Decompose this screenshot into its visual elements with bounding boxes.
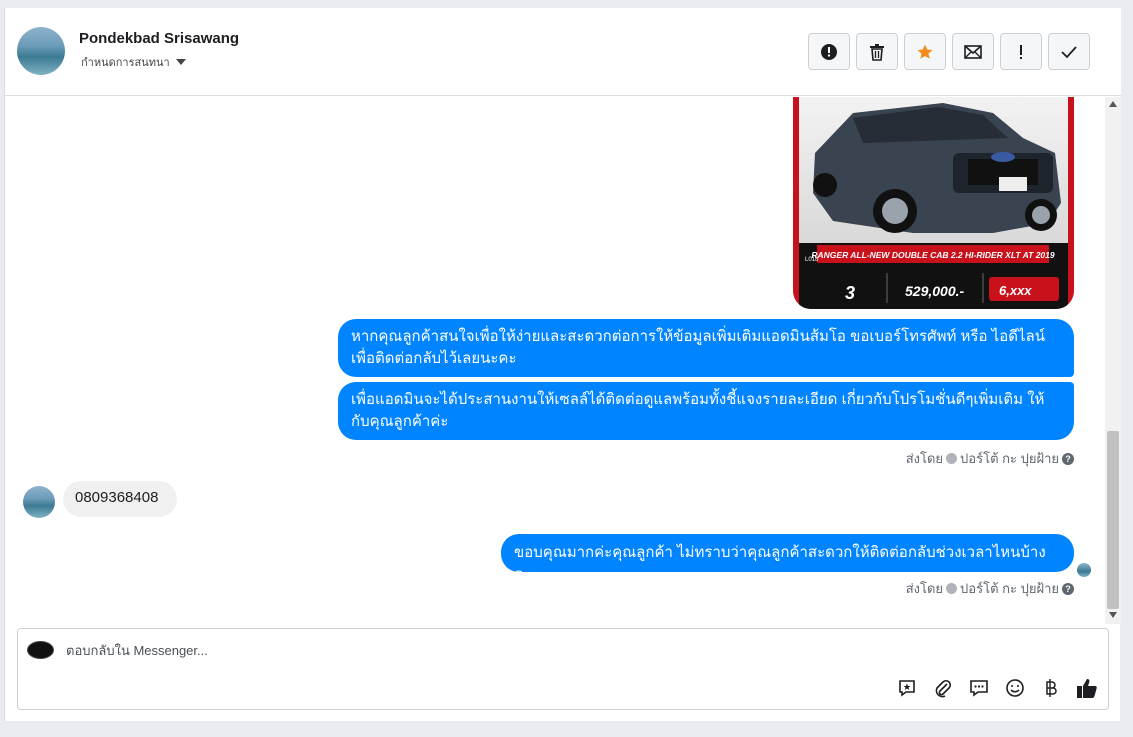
- sent-by-label: ส่งโดย: [905, 581, 944, 596]
- check-icon: [1061, 45, 1077, 58]
- help-icon[interactable]: ?: [1062, 582, 1074, 595]
- conversation-panel: Pondekbad Srisawang กำหนดการสนทนา RANGER…: [4, 8, 1121, 721]
- outgoing-message[interactable]: หากคุณลูกค้าสนใจเพื่อให้ง่ายและสะดวกต่อก…: [338, 319, 1074, 377]
- alert-circle-icon: [821, 43, 837, 60]
- envelope-icon: [964, 44, 982, 59]
- scroll-up-arrow-icon[interactable]: [1109, 101, 1117, 107]
- assign-conversation-dropdown[interactable]: กำหนดการสนทนา: [81, 53, 186, 71]
- caret-down-icon: [175, 59, 186, 65]
- outgoing-message[interactable]: เพื่อแอดมินจะได้ประสานงานให้เซลล์ได้ติดต…: [338, 382, 1074, 440]
- mark-unread-button[interactable]: [952, 33, 994, 70]
- promo-price: 529,000.-: [905, 283, 964, 299]
- reply-input[interactable]: [66, 643, 966, 658]
- outgoing-message[interactable]: ขอบคุณมากค่ะคุณลูกค้า ไม่ทราบว่าคุณลูกค้…: [501, 534, 1074, 583]
- done-button[interactable]: [1048, 33, 1090, 70]
- sent-by-info: ส่งโดย ปอร์โต้ กะ ปุยฝ้าย ?: [906, 448, 1074, 469]
- promo-image[interactable]: RANGER ALL-NEW DOUBLE CAB 2.2 HI-RIDER X…: [793, 97, 1074, 309]
- promo-years: 3: [845, 283, 855, 303]
- conversation-header: Pondekbad Srisawang กำหนดการสนทนา: [5, 8, 1121, 96]
- quick-reply-icon[interactable]: [968, 677, 990, 699]
- composer-tools: [896, 677, 1098, 699]
- emoji-icon[interactable]: [1004, 677, 1026, 699]
- help-icon[interactable]: ?: [1062, 452, 1074, 465]
- promo-model-text: RANGER ALL-NEW DOUBLE CAB 2.2 HI-RIDER X…: [811, 250, 1054, 260]
- attachment-icon[interactable]: [932, 677, 954, 699]
- contact-name[interactable]: Pondekbad Srisawang: [79, 30, 239, 47]
- sender-name[interactable]: ปอร์โต้ กะ ปุยฝ้าย: [960, 578, 1059, 599]
- important-button[interactable]: [1000, 33, 1042, 70]
- trash-icon: [870, 43, 884, 61]
- thread-scrollbar[interactable]: [1105, 97, 1121, 624]
- contact-avatar[interactable]: [17, 27, 65, 75]
- scroll-down-arrow-icon[interactable]: [1109, 612, 1117, 618]
- sender-dot-icon: [946, 453, 958, 464]
- thumbs-up-icon[interactable]: [1076, 677, 1098, 699]
- assign-conversation-label: กำหนดการสนทนา: [81, 57, 170, 69]
- sender-dot-icon: [946, 583, 958, 594]
- spam-button[interactable]: [808, 33, 850, 70]
- sent-by-label: ส่งโดย: [905, 451, 944, 466]
- star-icon: [917, 44, 933, 59]
- message-thread: RANGER ALL-NEW DOUBLE CAB 2.2 HI-RIDER X…: [5, 97, 1121, 624]
- message-composer: [17, 628, 1109, 710]
- page-logo: [27, 641, 54, 659]
- contact-avatar-small[interactable]: [23, 486, 55, 518]
- sent-by-info: ส่งโดย ปอร์โต้ กะ ปุยฝ้าย ?: [906, 578, 1074, 599]
- promo-code: L018: [805, 257, 819, 263]
- star-button[interactable]: [904, 33, 946, 70]
- exclamation-icon: [1020, 44, 1022, 59]
- seen-avatar-icon: [1077, 563, 1091, 577]
- promo-down: 6,xxx: [999, 283, 1032, 298]
- delete-button[interactable]: [856, 33, 898, 70]
- baht-icon[interactable]: [1040, 677, 1062, 699]
- saved-reply-icon[interactable]: [896, 677, 918, 699]
- conversation-actions: [808, 33, 1090, 70]
- incoming-message[interactable]: 0809368408: [63, 481, 177, 517]
- scroll-thumb[interactable]: [1107, 431, 1119, 609]
- sender-name[interactable]: ปอร์โต้ กะ ปุยฝ้าย: [960, 448, 1059, 469]
